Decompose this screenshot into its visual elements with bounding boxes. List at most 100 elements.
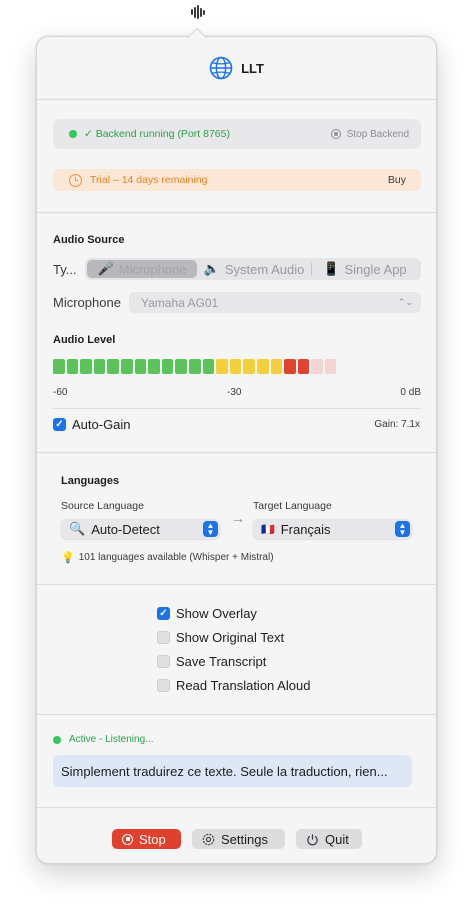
microphone-select-value: Yamaha AG01 [141, 295, 219, 310]
clock-icon [69, 173, 82, 187]
microphone-select[interactable]: Yamaha AG01 ⌃⌄ [129, 292, 421, 313]
segment-label: Microphone [118, 261, 187, 277]
level-segment [243, 359, 255, 374]
level-segment [216, 359, 228, 374]
lightbulb-icon: 💡 [61, 552, 75, 564]
option-label: Read Translation Aloud [176, 678, 311, 693]
option-label: Show Overlay [176, 606, 257, 621]
microphone-label: Microphone [53, 295, 121, 310]
divider [37, 584, 436, 585]
level-segment [107, 359, 119, 374]
level-segment [175, 359, 187, 374]
phone-icon: 📱 [323, 261, 340, 276]
arrow-right-icon: → [231, 510, 245, 526]
listening-status: Active - Listening... [53, 734, 153, 745]
stop-icon [122, 833, 133, 845]
checkbox[interactable] [157, 607, 170, 620]
backend-status-bar: ✓ Backend running (Port 8765) Stop Backe… [53, 119, 421, 149]
target-language-label: Target Language [253, 500, 332, 512]
buy-button[interactable]: Buy [388, 174, 406, 186]
search-icon: 🔍 [69, 521, 86, 536]
show-overlay-checkbox[interactable]: Show Overlay [157, 606, 257, 621]
segment-label: System Audio [224, 261, 305, 277]
languages-hint-text: 101 languages available (Whisper + Mistr… [78, 552, 274, 563]
source-language-select[interactable]: 🔍 Auto-Detect ▲ ▼ [61, 519, 220, 539]
level-segment [256, 359, 269, 374]
settings-button[interactable]: Settings [192, 829, 285, 849]
status-dot-icon [53, 735, 61, 744]
option-label: Show Original Text [176, 630, 285, 645]
popover-header: LLT [37, 37, 436, 99]
show-original-text-checkbox[interactable]: Show Original Text [157, 630, 284, 645]
languages-title: Languages [61, 475, 120, 487]
llt-popover: LLT ✓ Backend running (Port 8765) Stop B… [36, 36, 437, 864]
checkbox[interactable] [157, 631, 170, 644]
level-segment [202, 359, 215, 374]
level-segment [311, 359, 323, 374]
target-language-select[interactable]: 🇫🇷 Français ▲ ▼ [253, 519, 412, 539]
save-transcript-checkbox[interactable]: Save Transcript [157, 654, 266, 669]
globe-icon [209, 56, 233, 80]
segment-label: Single App [344, 261, 407, 277]
app-title: LLT [241, 60, 264, 76]
checkbox[interactable] [157, 655, 170, 668]
popover-arrow [184, 24, 208, 38]
flag-icon: 🇫🇷 [261, 523, 275, 536]
level-segment [80, 359, 92, 374]
audio-level-meter [53, 359, 337, 374]
gear-icon [202, 833, 215, 845]
divider [37, 212, 436, 213]
auto-gain-label: Auto-Gain [72, 417, 131, 432]
quit-label: Quit [325, 831, 349, 847]
scale-tick: 0 dB [400, 387, 421, 398]
target-language-value: Français [280, 521, 331, 537]
chevron-updown-icon: ▲ ▼ [395, 521, 410, 537]
level-segment [161, 359, 174, 374]
quit-button[interactable]: Quit [296, 829, 362, 849]
level-segment [188, 359, 201, 374]
power-icon [307, 833, 318, 845]
stop-button[interactable]: Stop [112, 829, 181, 849]
level-segment [229, 359, 242, 374]
scale-tick: -60 [53, 387, 68, 398]
level-segment [53, 359, 65, 374]
divider [37, 714, 436, 715]
divider [37, 99, 436, 100]
settings-label: Settings [221, 831, 268, 847]
segment-system-audio[interactable]: 🔈 System Audio [197, 260, 311, 278]
gain-value: Gain: 7.1x [374, 419, 420, 430]
audio-source-segmented-control[interactable]: 🎤 Microphone 🔈 System Audio 📱 Single App [85, 258, 421, 280]
chevron-updown-icon: ▲ ▼ [203, 521, 218, 537]
chevron-updown-icon: ⌃⌄ [397, 297, 413, 307]
menubar-waveform-icon[interactable] [188, 4, 208, 20]
level-segment [270, 359, 283, 374]
translation-preview: Simplement traduirez ce texte. Seule la … [53, 755, 412, 787]
read-translation-aloud-checkbox[interactable]: Read Translation Aloud [157, 678, 310, 693]
segment-microphone[interactable]: 🎤 Microphone [87, 260, 197, 278]
source-language-value: Auto-Detect [91, 521, 160, 537]
trial-banner: Trial – 14 days remaining Buy [53, 169, 421, 191]
type-label: Ty... [53, 262, 77, 277]
level-segment [134, 359, 147, 374]
level-segment [297, 359, 310, 374]
source-language-label: Source Language [61, 500, 144, 512]
option-label: Save Transcript [176, 654, 267, 669]
divider [37, 807, 436, 808]
languages-hint: 💡 101 languages available (Whisper + Mis… [61, 551, 274, 564]
level-segment [324, 359, 337, 374]
auto-gain-checkbox[interactable]: Auto-Gain [53, 417, 131, 432]
backend-status-text: ✓ Backend running (Port 8765) [84, 128, 230, 140]
divider [37, 452, 436, 453]
level-segment [148, 359, 160, 374]
level-segment [93, 359, 106, 374]
listening-status-text: Active - Listening... [69, 734, 154, 745]
segment-single-app[interactable]: 📱 Single App [312, 260, 418, 278]
stop-backend-button[interactable]: Stop Backend [330, 128, 409, 140]
status-dot-icon [69, 130, 77, 138]
checkbox[interactable] [157, 679, 170, 692]
audio-level-title: Audio Level [53, 334, 116, 346]
speaker-icon: 🔈 [203, 261, 220, 276]
audio-source-title: Audio Source [53, 234, 125, 246]
stop-backend-label: Stop Backend [346, 128, 409, 140]
checkbox[interactable] [53, 418, 66, 431]
